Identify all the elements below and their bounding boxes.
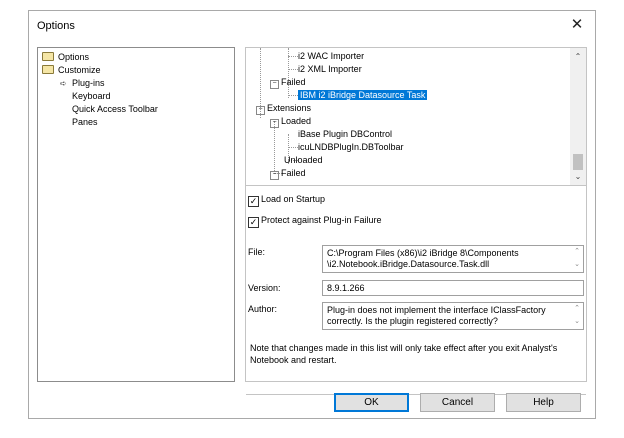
nav-item-options[interactable]: Options [42,51,89,63]
author-line: Plug-in does not implement the interface… [327,305,546,315]
restart-note: Note that changes made in this list will… [250,343,558,365]
tree-connector [288,56,298,57]
tree-item-selected[interactable]: IBM i2 iBridge Datasource Task [298,89,428,101]
file-path-line: C:\Program Files (x86)\i2 iBridge 8\Comp… [327,248,519,258]
tree-item[interactable]: iBase Plugin DBControl [298,128,392,140]
nav-item-label: Options [58,52,90,62]
tree-connector [288,69,298,70]
tree-item[interactable]: icuLNDBPlugIn.DBToolbar [298,141,404,153]
collapse-icon[interactable]: − [256,106,265,115]
checkbox-check-icon[interactable]: ✓ [248,217,259,228]
options-nav-tree: Options Customize ➪ Plug-ins Keyboard Qui… [37,47,235,382]
chevron-down-icon[interactable]: ⌄ [570,170,586,184]
tree-item-label: Extensions [267,103,312,113]
tree-item-label: Loaded [281,116,312,126]
chevron-down-icon[interactable]: ⌄ [573,317,581,326]
version-field[interactable]: 8.9.1.266 [322,280,584,296]
tree-item-label: IBM i2 iBridge Datasource Task [298,90,428,100]
file-label: File: [248,247,266,257]
plugin-tree[interactable]: i2 WAC Importer i2 XML Importer − Failed … [246,48,586,186]
tree-item-failed[interactable]: − Failed [270,167,306,180]
nav-item-label: Plug-ins [72,78,105,88]
ok-button[interactable]: OK [334,393,409,412]
scrollbar-thumb[interactable] [573,154,583,170]
nav-item-label: Quick Access Toolbar [72,104,158,114]
nav-item-label: Panes [72,117,98,127]
collapse-icon[interactable]: − [270,80,279,89]
version-label: Version: [248,283,281,293]
protect-plugin-checkbox[interactable]: ✓ Protect against Plug-in Failure [248,214,382,228]
nav-item-panes[interactable]: Panes [72,116,98,128]
nav-item-keyboard[interactable]: Keyboard [72,90,111,102]
tree-item-loaded[interactable]: − Loaded [270,115,312,128]
tree-connector [274,121,275,171]
collapse-icon[interactable]: − [270,171,279,180]
tree-item-unloaded[interactable]: Unloaded [284,154,323,166]
help-button[interactable]: Help [506,393,581,412]
checkbox-label: Load on Startup [261,194,326,204]
nav-item-quick-access-toolbar[interactable]: Quick Access Toolbar [72,103,158,115]
author-field[interactable]: Plug-in does not implement the interface… [322,302,584,330]
file-path-line: \i2.Notebook.iBridge.Datasource.Task.dll [327,259,490,269]
chevron-down-icon[interactable]: ⌄ [573,260,581,269]
tree-item[interactable]: i2 XML Importer [298,63,362,75]
collapse-icon[interactable]: − [270,119,279,128]
tree-item-label: Failed [281,168,306,178]
folder-icon [42,52,54,61]
nav-item-customize[interactable]: Customize [42,64,101,76]
tree-item[interactable]: i2 WAC Importer [298,50,364,62]
cancel-button[interactable]: Cancel [420,393,495,412]
chevron-up-icon[interactable]: ⌃ [573,304,581,313]
tree-item-label: Failed [281,77,306,87]
window-title: Options [37,20,75,32]
author-label: Author: [248,304,278,314]
close-icon[interactable]: ✕ [567,16,587,34]
author-line: correctly. Is the plugin registered corr… [327,316,498,326]
chevron-up-icon[interactable]: ⌃ [570,50,586,64]
checkbox-check-icon[interactable]: ✓ [248,196,259,207]
tree-item-failed[interactable]: − Failed [270,76,306,89]
tree-item-extensions[interactable]: − Extensions [256,102,312,115]
options-dialog: Options ✕ Options Customize ➪ Plug-ins Ke… [28,10,596,419]
file-path-field[interactable]: C:\Program Files (x86)\i2 iBridge 8\Comp… [322,245,584,273]
nav-item-label: Customize [58,65,101,75]
nav-item-label: Keyboard [72,91,111,101]
tree-connector [288,147,298,148]
folder-open-icon [42,65,54,74]
nav-item-plug-ins[interactable]: ➪ Plug-ins [60,77,105,89]
title-bar: Options ✕ [29,11,595,41]
chevron-up-icon[interactable]: ⌃ [573,247,581,256]
plugins-panel: i2 WAC Importer i2 XML Importer − Failed … [245,47,587,395]
arrow-icon: ➪ [60,79,67,88]
load-on-startup-checkbox[interactable]: ✓ Load on Startup [248,193,326,207]
checkbox-label: Protect against Plug-in Failure [261,215,382,225]
tree-scrollbar[interactable]: ⌃ ⌄ [570,48,586,185]
